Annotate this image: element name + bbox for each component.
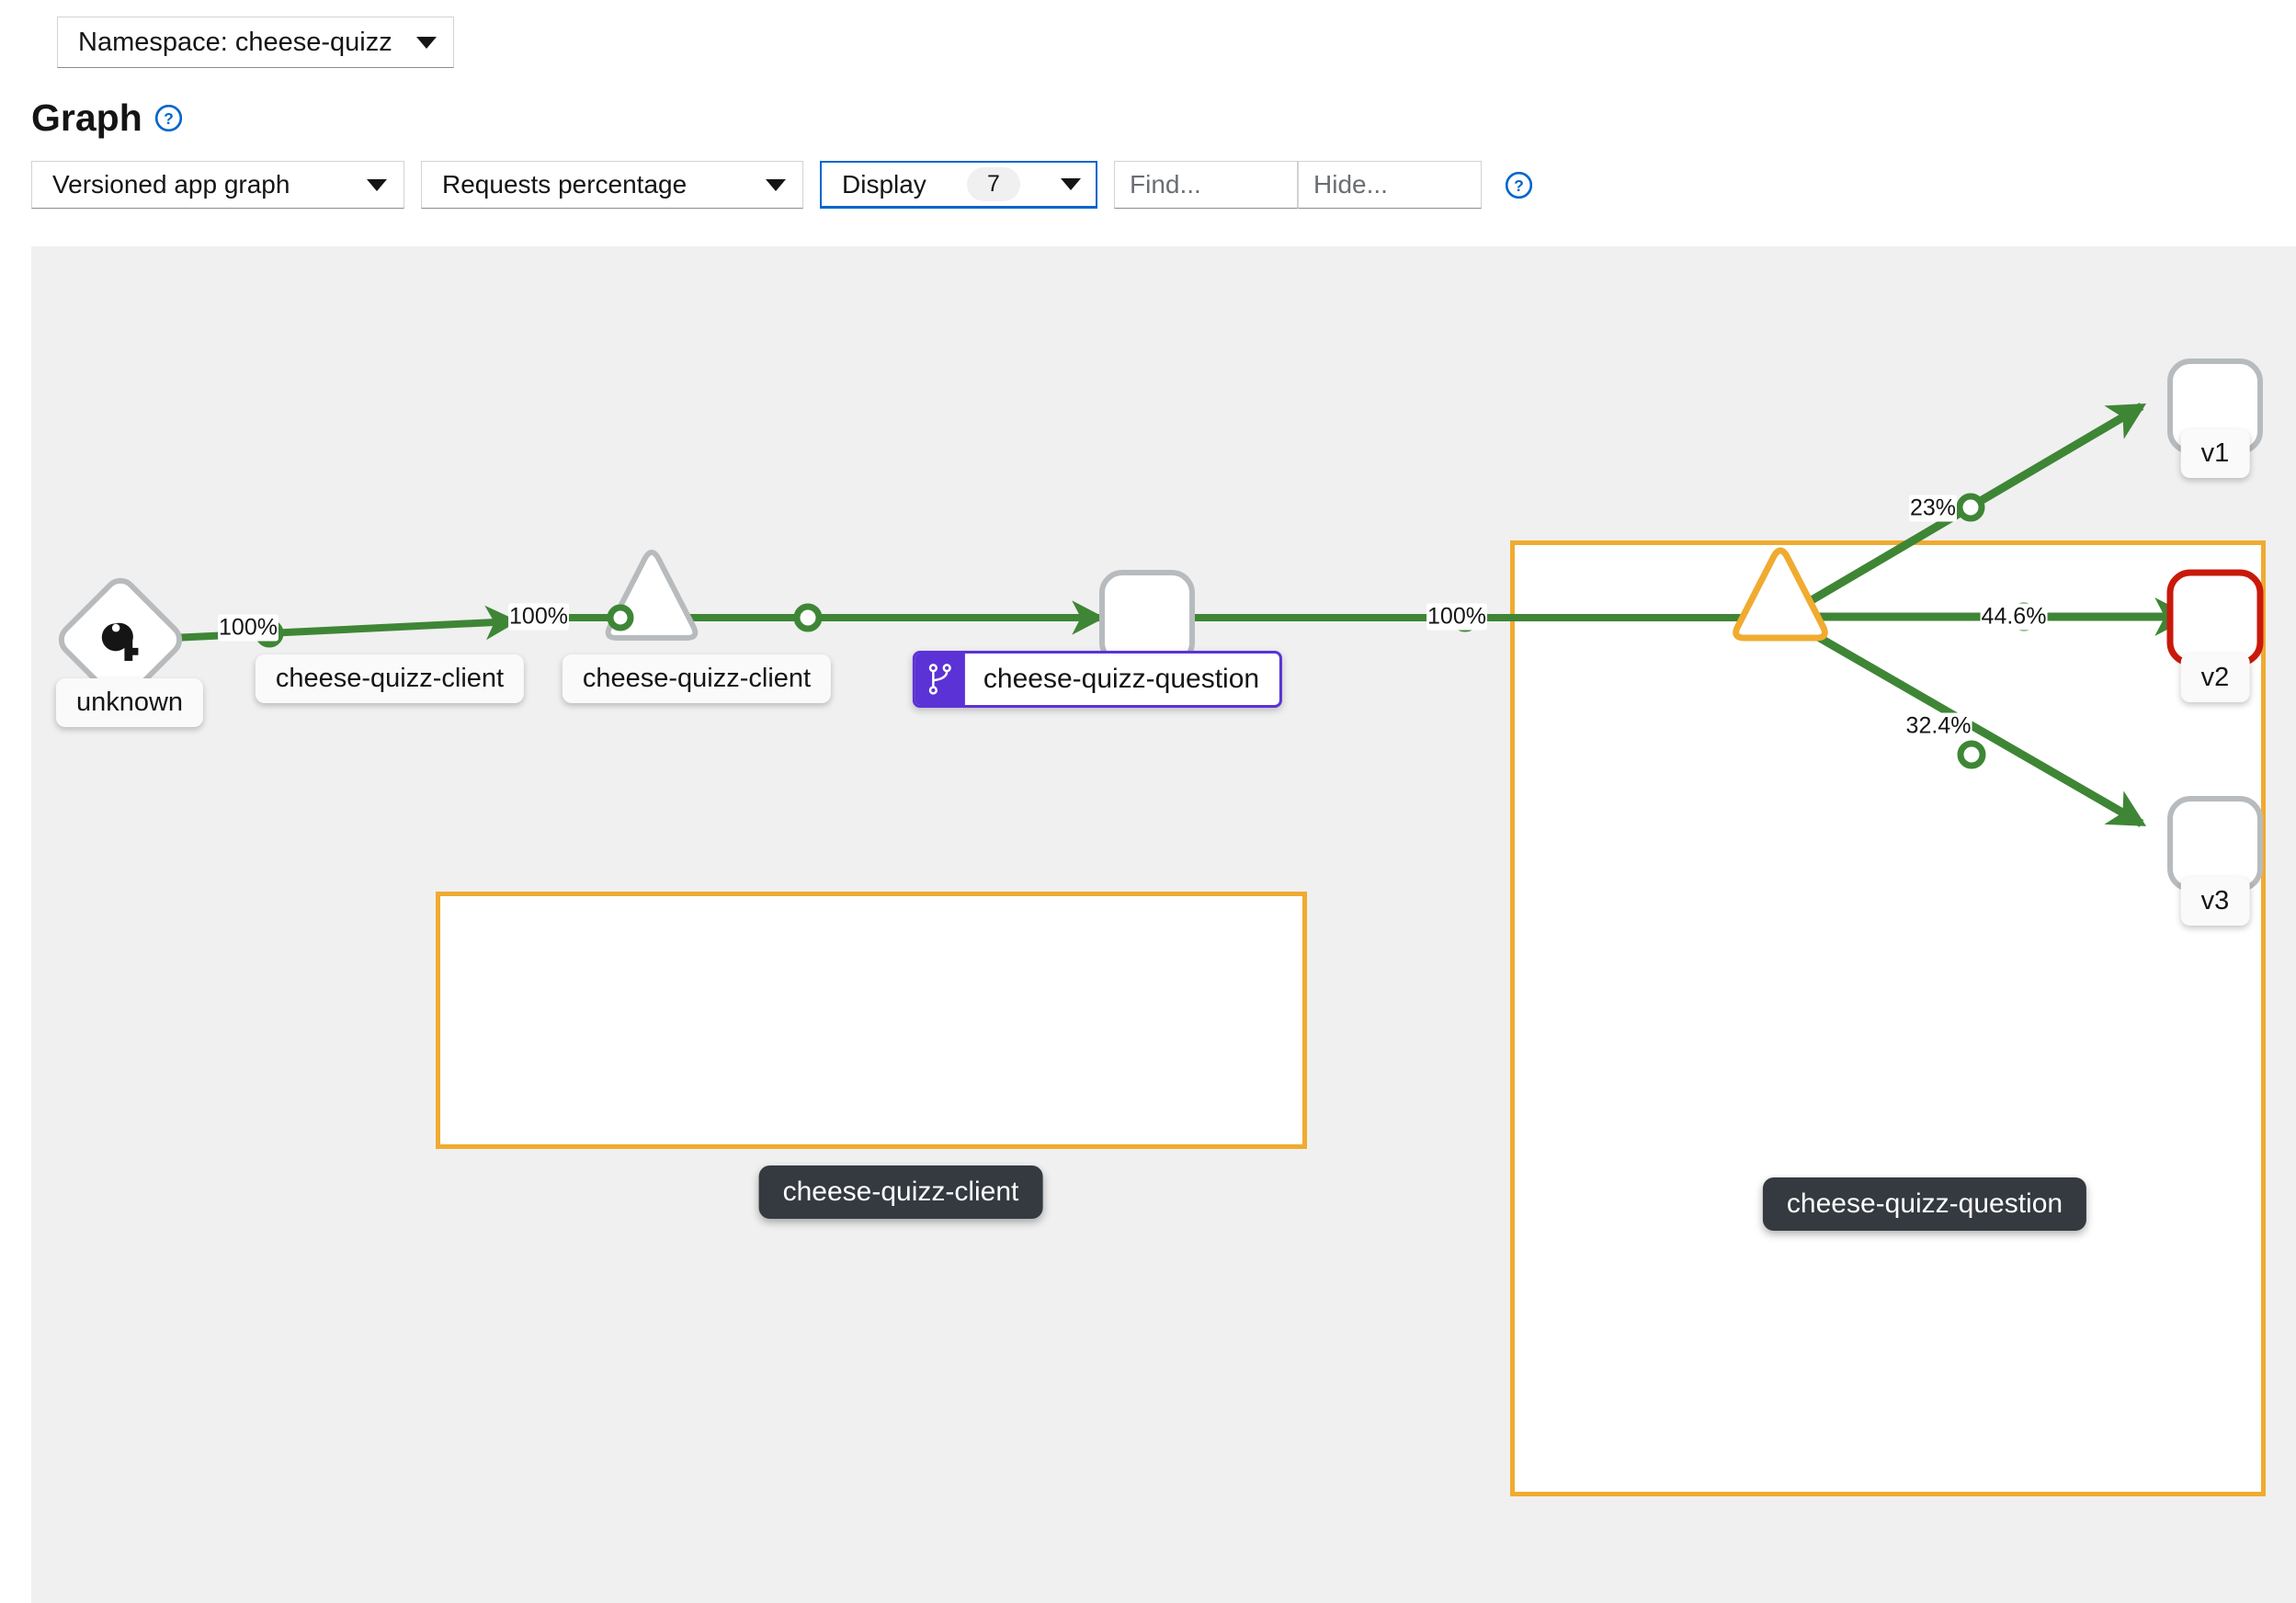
node-label-cheese-quizz-client-service[interactable]: cheese-quizz-client (256, 654, 524, 703)
node-label-unknown[interactable]: unknown (56, 678, 203, 727)
group-label-cheese-quizz-question[interactable]: cheese-quizz-question (1763, 1177, 2086, 1231)
graph-canvas[interactable]: 100% 100% 100% 23% 44.6% 32.4% unknown c… (31, 246, 2296, 1603)
group-label-cheese-quizz-client[interactable]: cheese-quizz-client (759, 1165, 1043, 1219)
edge-unknown-to-client-service[interactable] (134, 621, 514, 640)
namespace-select-label: Namespace: cheese-quizz (78, 29, 392, 56)
question-circle-icon[interactable]: ? (1506, 172, 1532, 199)
namespace-select-toggle[interactable]: Namespace: cheese-quizz (57, 17, 454, 68)
chevron-down-icon (416, 37, 437, 49)
edge-midpoint-marker (797, 607, 819, 629)
edge-endpoint-marker (610, 608, 631, 628)
page-title: Graph (31, 99, 142, 137)
edge-label-question-service-to-v2: 44.6% (1981, 604, 2048, 631)
node-v3[interactable] (2170, 799, 2260, 889)
node-v2[interactable] (2170, 573, 2260, 663)
display-count-badge: 7 (967, 167, 1020, 201)
display-select[interactable]: Display 7 (820, 161, 1097, 209)
chevron-down-icon (766, 179, 786, 191)
graph-edges-layer (31, 246, 2296, 1603)
node-label-cheese-quizz-client-app[interactable]: cheese-quizz-client (563, 654, 831, 703)
graph-toolbar: Versioned app graph Requests percentage … (31, 161, 1532, 209)
find-input[interactable] (1114, 161, 1298, 209)
node-label-cheese-quizz-question-service[interactable]: cheese-quizz-question (913, 651, 1282, 708)
edge-midpoint-marker (1960, 496, 1982, 518)
edge-label-question-service-to-v3: 32.4% (1905, 713, 1972, 740)
node-cheese-quizz-client-app[interactable] (1102, 573, 1192, 663)
node-label-v3[interactable]: v3 (2181, 877, 2250, 926)
node-cheese-quizz-question-service[interactable] (1736, 551, 1825, 638)
edge-label-client-service-to-client-app: 100% (508, 604, 569, 631)
display-label: Display (842, 172, 926, 198)
edge-labels-label: Requests percentage (442, 172, 687, 198)
question-circle-icon[interactable]: ? (155, 105, 182, 131)
node-label-v2[interactable]: v2 (2181, 654, 2250, 702)
code-branch-icon (915, 654, 965, 705)
svg-text:?: ? (164, 109, 174, 128)
chevron-down-icon (1061, 178, 1081, 190)
node-label-text: cheese-quizz-question (965, 654, 1279, 705)
edge-label-client-app-to-question-service: 100% (1426, 604, 1487, 631)
edge-label-unknown-to-client-service: 100% (218, 615, 278, 642)
page-title-row: Graph ? (31, 99, 182, 137)
graph-type-select[interactable]: Versioned app graph (31, 161, 404, 209)
graph-type-label: Versioned app graph (52, 172, 290, 198)
hide-input[interactable] (1298, 161, 1482, 209)
chevron-down-icon (367, 179, 387, 191)
edge-midpoint-marker (1961, 744, 1983, 766)
edge-label-question-service-to-v1: 23% (1909, 495, 1957, 522)
svg-text:?: ? (1514, 176, 1524, 195)
node-label-v1[interactable]: v1 (2181, 429, 2250, 478)
edge-labels-select[interactable]: Requests percentage (421, 161, 803, 209)
namespace-selector[interactable]: Namespace: cheese-quizz (57, 17, 454, 68)
